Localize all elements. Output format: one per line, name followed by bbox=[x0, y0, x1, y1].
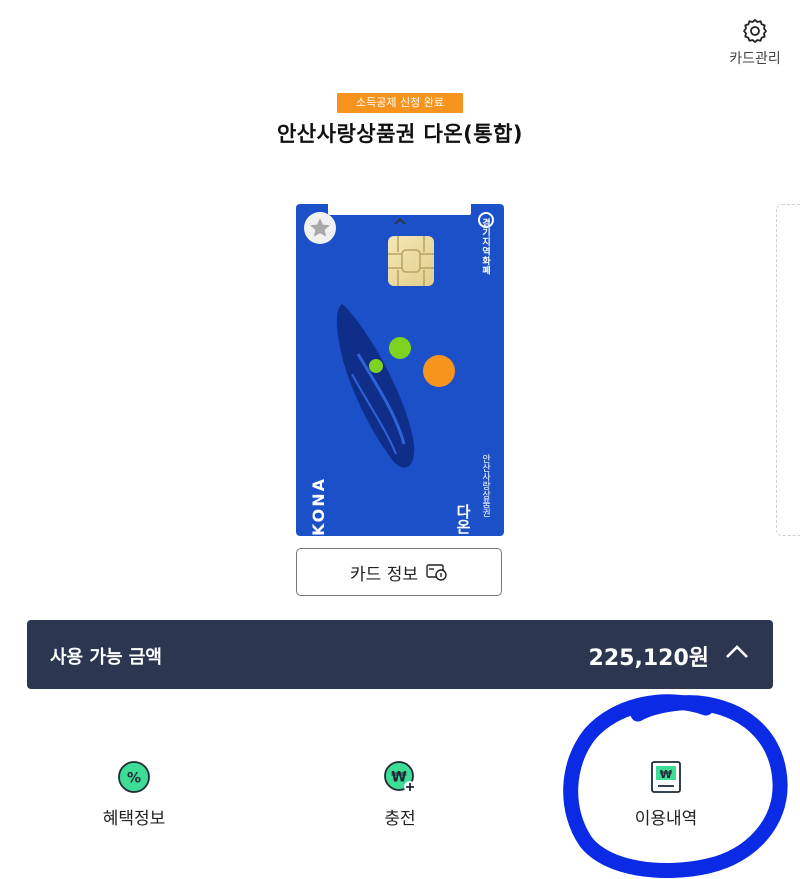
status-badge: 소득공제 신청 완료 bbox=[337, 93, 463, 113]
kona-logo: KONA bbox=[309, 476, 328, 536]
card-brand-text: 경기지역화폐 bbox=[480, 218, 490, 275]
card-top-notch bbox=[328, 204, 471, 215]
card-info-button[interactable]: 카드 정보 bbox=[296, 548, 502, 596]
svg-text:₩: ₩ bbox=[660, 768, 672, 781]
won-plus-icon: ₩ bbox=[384, 761, 416, 793]
charge-menu[interactable]: ₩ 충전 bbox=[320, 760, 480, 829]
chevron-up-icon[interactable] bbox=[725, 644, 749, 660]
usage-history-menu[interactable]: ₩ 이용내역 bbox=[586, 760, 746, 829]
star-icon bbox=[310, 218, 330, 237]
card-info-label: 카드 정보 bbox=[350, 564, 418, 585]
balance-label: 사용 가능 금액 bbox=[50, 647, 162, 668]
green-dot-large bbox=[389, 337, 411, 359]
percent-icon: % bbox=[118, 761, 150, 793]
won-receipt-icon: ₩ bbox=[651, 761, 681, 793]
next-card-placeholder[interactable] bbox=[776, 204, 800, 536]
benefit-info-menu[interactable]: % 혜택정보 bbox=[54, 760, 214, 829]
ic-chip bbox=[388, 236, 434, 286]
svg-text:%: % bbox=[127, 771, 141, 787]
charge-label: 충전 bbox=[384, 809, 416, 829]
benefit-info-label: 혜택정보 bbox=[102, 809, 166, 829]
balance-amount: 225,120원 bbox=[588, 646, 709, 671]
available-balance-bar[interactable]: 사용 가능 금액 225,120원 bbox=[27, 620, 773, 689]
dawon-logo: 다온 bbox=[454, 504, 472, 534]
card-management-button[interactable]: 카드관리 bbox=[724, 18, 786, 68]
orange-dot bbox=[423, 355, 455, 387]
chevron-up-icon[interactable] bbox=[392, 216, 408, 226]
svg-text:₩: ₩ bbox=[391, 770, 407, 786]
gift-card[interactable]: 경기지역화폐 KONA 안산사랑상품권 다온 bbox=[296, 204, 504, 536]
usage-history-label: 이용내역 bbox=[634, 809, 698, 829]
favorite-star-button[interactable] bbox=[304, 212, 336, 244]
card-management-label: 카드관리 bbox=[729, 51, 781, 67]
green-dot-small bbox=[369, 359, 383, 373]
gear-icon bbox=[743, 19, 767, 43]
card-info-icon bbox=[426, 564, 447, 581]
page-title: 안산사랑상품권 다온(통합) bbox=[276, 122, 524, 146]
card-issuer-text: 안산사랑상품권 bbox=[480, 454, 490, 517]
